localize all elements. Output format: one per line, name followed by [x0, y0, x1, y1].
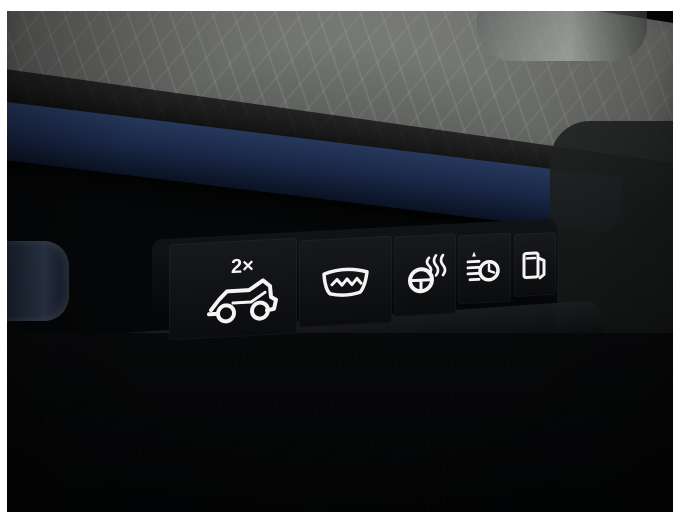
heated-steering-wheel-switch[interactable]: [394, 233, 456, 317]
fuel-door-switch[interactable]: [514, 231, 556, 298]
left-dashboard-knob: [7, 241, 69, 321]
windshield-defrost-icon: [322, 267, 369, 297]
heated-steering-wheel-icon: [408, 253, 447, 294]
windshield-light-reflection: [477, 11, 647, 61]
car-interior-photo: 2×: [7, 11, 673, 512]
rear-trunk-2x-icon: 2×: [207, 255, 278, 324]
trunk-release-switch[interactable]: 2×: [169, 237, 297, 341]
fuel-door-icon: [522, 251, 546, 280]
rear-fog-light-switch[interactable]: [458, 232, 511, 305]
lower-dashboard-panel: [7, 333, 673, 512]
rear-fog-light-icon: [466, 251, 500, 282]
windshield-defrost-switch[interactable]: [299, 235, 392, 328]
trunk-switch-label: 2×: [231, 255, 254, 278]
